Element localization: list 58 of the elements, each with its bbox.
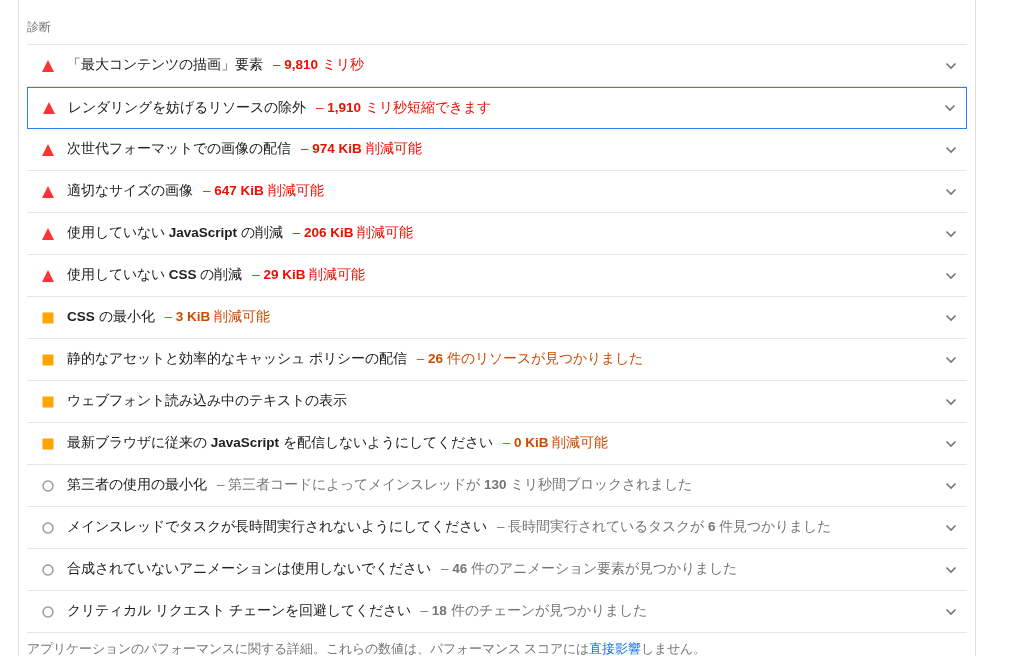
audit-summary: – 29 KiB 削減可能 — [252, 266, 366, 285]
audit-row[interactable]: 合成されていないアニメーションは使用しないでください – 46 件のアニメーション要素が見つかりました — [27, 549, 967, 591]
audit-row[interactable]: クリティカル リクエスト チェーンを回避してください – 18 件のチェーンが見つかりました — [27, 591, 967, 633]
audit-summary: – 46 件のアニメーション要素が見つかりました — [441, 560, 738, 579]
audit-row[interactable]: 次世代フォーマットでの画像の配信 – 974 KiB 削減可能 — [27, 129, 967, 171]
audit-row[interactable]: 使用していない JavaScript の削減 – 206 KiB 削減可能 — [27, 213, 967, 255]
chevron-down-icon[interactable] — [945, 397, 957, 406]
audit-title: 第三者の使用の最小化 — [67, 476, 207, 495]
audit-summary: – 第三者コードによってメインスレッドが 130 ミリ秒間ブロックされました — [217, 476, 693, 495]
audit-row[interactable]: ウェブフォント読み込み中のテキストの表示 — [27, 381, 967, 423]
footer-note: アプリケーションのパフォーマンスに関する詳細。これらの数値は、パフォーマンス スコアには直接影響しません。 — [27, 641, 708, 656]
audit-title: 最新ブラウザに従来の JavaScript を配信しないようにしてください — [67, 434, 493, 453]
audit-title: 次世代フォーマットでの画像の配信 — [67, 140, 291, 159]
audit-title: 合成されていないアニメーションは使用しないでください — [67, 560, 431, 579]
audit-title: ウェブフォント読み込み中のテキストの表示 — [67, 392, 347, 411]
chevron-down-icon[interactable] — [945, 145, 957, 154]
chevron-down-icon[interactable] — [945, 439, 957, 448]
chevron-down-icon[interactable] — [945, 607, 957, 616]
audit-row[interactable]: 「最大コンテンツの描画」要素 – 9,810 ミリ秒 — [27, 45, 967, 87]
audit-row[interactable]: レンダリングを妨げるリソースの除外 – 1,910 ミリ秒短縮できます — [27, 87, 967, 129]
chevron-down-icon[interactable] — [945, 229, 957, 238]
audit-title: 「最大コンテンツの描画」要素 — [67, 56, 263, 75]
audit-title: 適切なサイズの画像 — [67, 182, 193, 201]
audit-title: 使用していない CSS の削減 — [67, 266, 243, 285]
audit-title: 静的なアセットと効率的なキャッシュ ポリシーの配信 — [67, 350, 407, 369]
audit-title: クリティカル リクエスト チェーンを回避してください — [67, 602, 411, 621]
audit-row[interactable]: 第三者の使用の最小化 – 第三者コードによってメインスレッドが 130 ミリ秒間ブロックされました — [27, 465, 967, 507]
audit-row[interactable]: 最新ブラウザに従来の JavaScript を配信しないようにしてください – 0 KiB 削減可能 — [27, 423, 967, 465]
audit-summary: – 3 KiB 削減可能 — [164, 308, 271, 327]
chevron-down-icon[interactable] — [945, 565, 957, 574]
chevron-down-icon[interactable] — [944, 104, 956, 112]
chevron-down-icon[interactable] — [945, 355, 957, 364]
section-title: 診断 — [27, 19, 51, 36]
chevron-down-icon[interactable] — [945, 481, 957, 490]
audit-summary: – 長時間実行されているタスクが 6 件見つかりました — [497, 518, 832, 537]
audit-title: CSS の最小化 — [67, 308, 155, 327]
audit-title: 使用していない JavaScript の削減 — [67, 224, 283, 243]
audit-row[interactable]: メインスレッドでタスクが長時間実行されないようにしてください – 長時間実行されているタスクが 6 件見つかりました — [27, 507, 967, 549]
audit-title: メインスレッドでタスクが長時間実行されないようにしてください — [67, 518, 487, 537]
audit-row[interactable]: 使用していない CSS の削減 – 29 KiB 削減可能 — [27, 255, 967, 297]
audit-row[interactable]: 静的なアセットと効率的なキャッシュ ポリシーの配信 – 26 件のリソースが見つかりました — [27, 339, 967, 381]
audit-row[interactable]: CSS の最小化 – 3 KiB 削減可能 — [27, 297, 967, 339]
audit-title: レンダリングを妨げるリソースの除外 — [68, 98, 306, 117]
audit-summary: – 647 KiB 削減可能 — [203, 182, 324, 201]
chevron-down-icon[interactable] — [945, 61, 957, 70]
audit-summary: – 26 件のリソースが見つかりました — [416, 350, 643, 369]
audit-summary: – 9,810 ミリ秒 — [273, 56, 364, 75]
audit-summary: – 1,910 ミリ秒短縮できます — [316, 98, 491, 117]
audit-summary: – 18 件のチェーンが見つかりました — [420, 602, 647, 621]
chevron-down-icon[interactable] — [945, 313, 957, 322]
audit-row[interactable]: 適切なサイズの画像 – 647 KiB 削減可能 — [27, 171, 967, 213]
audit-summary: – 206 KiB 削減可能 — [292, 224, 414, 243]
chevron-down-icon[interactable] — [945, 187, 957, 196]
footer-link[interactable]: 直接影響 — [589, 642, 642, 656]
chevron-down-icon[interactable] — [945, 271, 957, 280]
audit-summary: – 0 KiB 削減可能 — [502, 434, 609, 453]
chevron-down-icon[interactable] — [945, 523, 957, 532]
audit-summary: – 974 KiB 削減可能 — [301, 140, 422, 159]
